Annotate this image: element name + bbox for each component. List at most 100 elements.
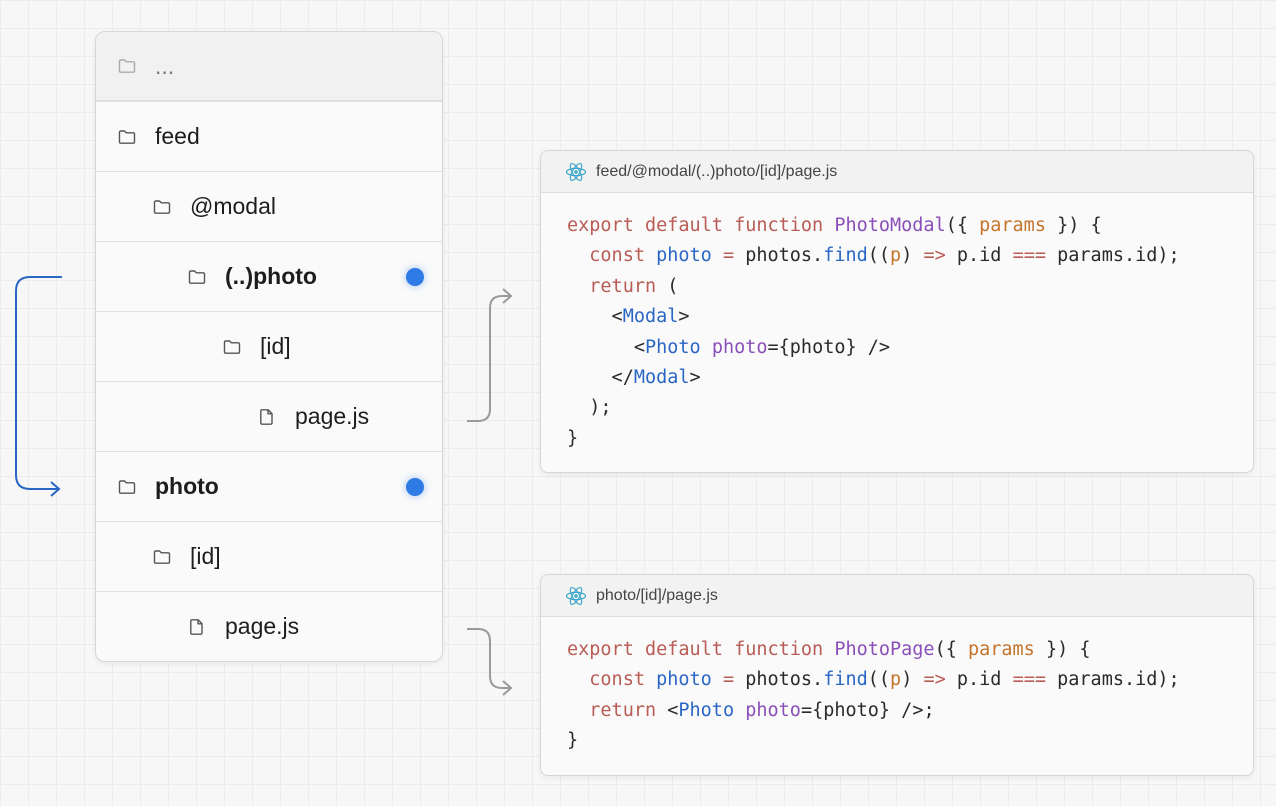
file-tree: ... feed @modal (..)photo [id] page.js photo [i… [95, 31, 443, 662]
code-token: => [923, 245, 946, 267]
code-token: photo [711, 336, 768, 358]
code-token: photos. [734, 669, 824, 691]
code-token: < [567, 306, 623, 328]
code-line: const photo = photos.find((p) => p.id ==… [567, 241, 1253, 271]
code-line: <Photo photo={photo} /> [567, 333, 1253, 363]
code-token: }) { [1045, 215, 1102, 236]
tree-item-label: [id] [190, 543, 221, 569]
card-filename: feed/@modal/(..)photo/[id]/page.js [596, 162, 838, 180]
code-token: Photo [644, 336, 701, 358]
code-block: export default function PhotoPage({ para… [541, 617, 1253, 757]
code-card-modal: feed/@modal/(..)photo/[id]/page.js expor… [540, 150, 1254, 473]
tree-folder-row[interactable]: photo [96, 451, 442, 521]
react-icon [565, 161, 587, 183]
folder-icon [152, 547, 172, 567]
folder-icon [117, 477, 137, 497]
code-token: params [967, 639, 1035, 660]
code-token: === [1012, 245, 1046, 267]
code-token: }) { [1034, 639, 1091, 660]
code-token: find [823, 669, 868, 691]
code-token: find [823, 245, 868, 267]
intercept-arrow [15, 276, 62, 490]
code-token: PhotoPage [834, 639, 935, 660]
code-token: params [979, 215, 1046, 236]
react-icon [565, 585, 587, 607]
code-card-photo: photo/[id]/page.js export default functi… [540, 574, 1254, 776]
code-token: return [589, 699, 657, 721]
code-token: photo [656, 245, 712, 267]
code-line: } [567, 726, 1253, 756]
code-token: ) [901, 669, 924, 691]
code-token: = [722, 245, 735, 267]
active-route-dot [406, 268, 424, 286]
tree-file-row[interactable]: page.js [96, 591, 442, 661]
code-token: Modal [622, 306, 679, 328]
code-token: export default function [567, 639, 835, 660]
code-token: > [678, 306, 690, 328]
code-token: photos. [734, 245, 824, 267]
code-token: => [923, 669, 946, 691]
tree-item-label: page.js [295, 403, 370, 429]
code-token: === [1012, 669, 1046, 691]
tree-folder-row[interactable]: [id] [96, 521, 442, 591]
code-token: ={photo} /> [767, 336, 891, 358]
code-line: const photo = photos.find((p) => p.id ==… [567, 665, 1253, 695]
code-token: params.id); [1046, 245, 1180, 267]
code-token: } [567, 730, 579, 752]
tree-folder-row[interactable]: @modal [96, 171, 442, 241]
code-token: p.id [945, 245, 1013, 267]
code-line: </Modal> [567, 363, 1253, 393]
code-line: } [567, 424, 1253, 454]
tree-file-row[interactable]: page.js [96, 381, 442, 451]
file-icon [187, 617, 207, 637]
card-header: photo/[id]/page.js [541, 575, 1253, 617]
code-token: ({ [934, 639, 968, 660]
code-line: export default function PhotoModal({ par… [567, 211, 1253, 241]
code-token: p.id [945, 669, 1013, 691]
code-token: (( [867, 245, 891, 267]
tree-item-label: ... [155, 52, 175, 79]
code-token: ) [901, 245, 924, 267]
tree-item-label: feed [155, 123, 200, 149]
code-token: } [567, 427, 579, 449]
folder-icon [117, 56, 137, 76]
active-route-dot [406, 478, 424, 496]
tree-folder-row[interactable]: (..)photo [96, 241, 442, 311]
code-token: const [589, 669, 657, 691]
code-token: return [589, 275, 657, 297]
code-token: > [689, 367, 701, 389]
code-token: photo [656, 669, 712, 691]
tree-folder-row[interactable]: ... [96, 32, 442, 101]
code-token: ={photo} />; [800, 699, 935, 721]
tree-item-label: @modal [190, 193, 276, 219]
tree-folder-row[interactable]: [id] [96, 311, 442, 381]
code-block: export default function PhotoModal({ par… [541, 193, 1253, 454]
code-token: < [567, 336, 645, 358]
code-token: photo [745, 699, 801, 721]
code-token: ( [656, 275, 679, 297]
folder-icon [117, 127, 137, 147]
code-token: = [722, 669, 735, 691]
connector-photo-page [467, 628, 510, 689]
folder-icon [187, 267, 207, 287]
tree-folder-row[interactable]: feed [96, 101, 442, 171]
code-token: Modal [633, 367, 690, 389]
file-icon [257, 407, 277, 427]
code-token: p [890, 669, 902, 691]
tree-item-label: photo [155, 473, 219, 499]
code-token: < [656, 699, 679, 721]
folder-icon [222, 337, 242, 357]
code-line: return <Photo photo={photo} />; [567, 696, 1253, 726]
code-token: ({ [945, 215, 980, 236]
card-filename: photo/[id]/page.js [596, 586, 718, 604]
code-line: return ( [567, 272, 1253, 302]
tree-item-label: page.js [225, 613, 300, 639]
connector-modal-page [467, 295, 510, 422]
code-line: <Modal> [567, 302, 1253, 332]
